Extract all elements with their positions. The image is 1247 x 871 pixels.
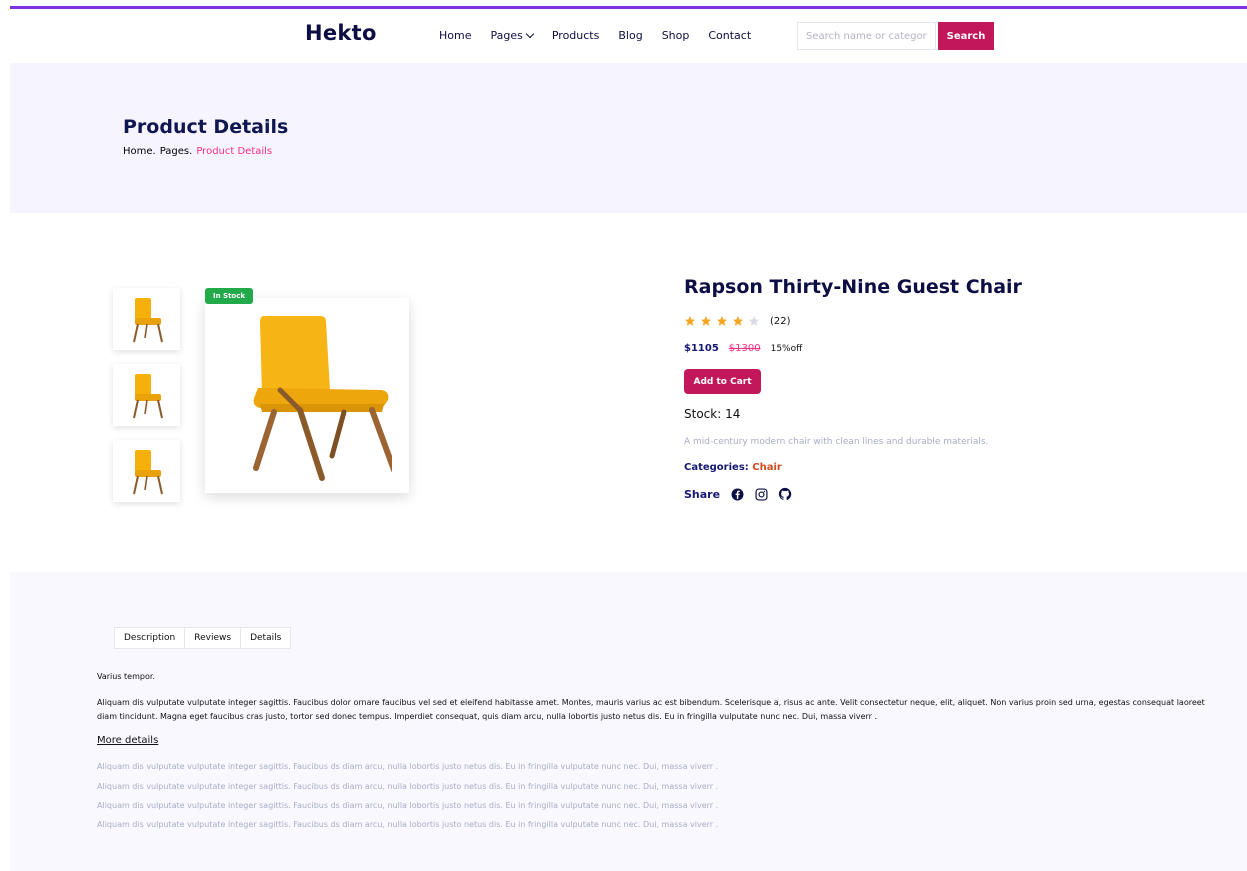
categories-label: Categories: [684, 462, 749, 473]
thumbnail-1[interactable] [113, 288, 180, 350]
product-description: A mid-century modern chair with clean li… [684, 437, 989, 447]
thumbnail-3[interactable] [113, 440, 180, 502]
details-line: Aliquam dis vulputate vulputate integer … [97, 801, 719, 810]
nav-blog[interactable]: Blog [618, 29, 642, 42]
breadcrumb-pages[interactable]: Pages. [160, 146, 193, 157]
rating: (22) [684, 315, 791, 327]
share-label: Share [684, 487, 721, 501]
product-title: Rapson Thirty-Nine Guest Chair [684, 276, 1022, 298]
nav-pages[interactable]: Pages [490, 29, 535, 42]
chevron-down-icon [525, 29, 535, 38]
instagram-icon[interactable] [754, 487, 768, 501]
nav-home-label: Home [439, 29, 472, 42]
price-row: $1105 $1300 15%off [684, 343, 802, 354]
chair-image [253, 316, 392, 481]
rating-count: (22) [770, 315, 791, 327]
nav-products[interactable]: Products [552, 29, 600, 42]
details-tabs: Description Reviews Details [114, 627, 292, 649]
nav-pages-label: Pages [490, 29, 523, 42]
add-to-cart-button[interactable]: Add to Cart [684, 369, 761, 394]
star-filled-icon [685, 316, 695, 326]
stock-count: Stock: 14 [684, 407, 741, 421]
github-icon[interactable] [778, 487, 792, 501]
page-title: Product Details [123, 116, 289, 138]
more-details-link[interactable]: More details [97, 735, 158, 746]
details-line: Aliquam dis vulputate vulputate integer … [97, 762, 719, 771]
product-main-image [205, 298, 409, 493]
nav-home[interactable]: Home [439, 29, 471, 42]
details-section: Description Reviews Details Varius tempo… [10, 572, 1247, 871]
star-filled-icon [701, 316, 711, 326]
page-hero: Product Details Home. Pages. Product Det… [10, 63, 1247, 213]
old-price: $1300 [728, 343, 761, 354]
breadcrumb-current: Product Details [196, 146, 273, 157]
chair-image [132, 450, 163, 495]
categories: Categories: Chair [684, 462, 782, 473]
facebook-icon[interactable] [730, 487, 744, 501]
tab-description[interactable]: Description [115, 628, 186, 648]
details-line: Aliquam dis vulputate vulputate integer … [97, 820, 719, 829]
star-filled-icon [733, 316, 743, 326]
nav-shop[interactable]: Shop [662, 29, 690, 42]
nav-blog-label: Blog [618, 29, 643, 42]
tab-reviews[interactable]: Reviews [185, 628, 242, 648]
thumbnail-2[interactable] [113, 364, 180, 426]
discount: 15%off [770, 344, 803, 354]
star-filled-icon [717, 316, 727, 326]
nav-contact-label: Contact [708, 29, 752, 42]
price: $1105 [684, 343, 719, 354]
search-input[interactable] [797, 22, 936, 50]
star-empty-icon [749, 316, 759, 326]
search-button[interactable]: Search [938, 22, 994, 50]
nav-contact[interactable]: Contact [708, 29, 751, 42]
site-header: Hekto Home Pages Products Blog Shop Cont… [0, 9, 1247, 63]
chair-image [132, 374, 163, 419]
details-paragraph: Aliquam dis vulputate vulputate integer … [97, 698, 1205, 721]
category-link[interactable]: Chair [752, 462, 782, 473]
share-row: Share [684, 487, 792, 501]
main-nav: Home Pages Products Blog Shop Contact [439, 29, 770, 42]
nav-shop-label: Shop [661, 29, 690, 42]
details-heading: Varius tempor. [97, 672, 155, 681]
tab-details[interactable]: Details [241, 628, 290, 648]
in-stock-badge: In Stock [205, 288, 254, 304]
breadcrumb-home[interactable]: Home. [123, 146, 156, 157]
nav-products-label: Products [551, 29, 600, 42]
details-line: Aliquam dis vulputate vulputate integer … [97, 782, 719, 791]
breadcrumb: Home. Pages. Product Details [123, 146, 272, 157]
logo[interactable]: Hekto [305, 21, 377, 45]
chair-image [132, 298, 163, 343]
